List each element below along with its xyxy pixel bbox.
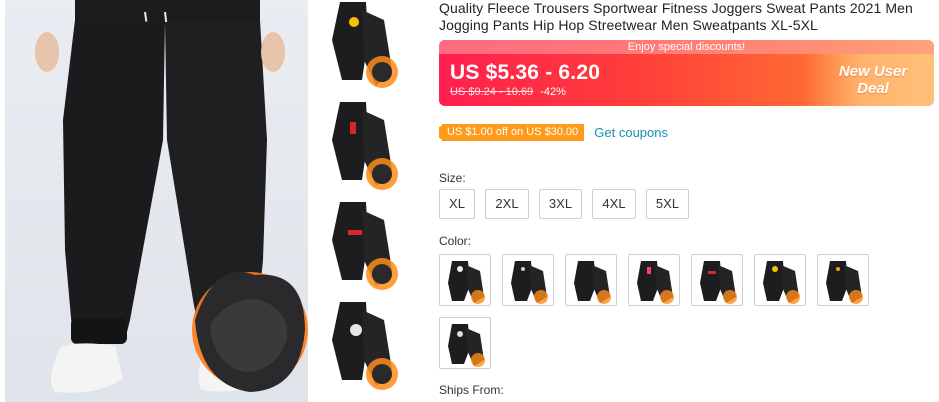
price-box: Enjoy special discounts! US $5.36 - 6.20… [439, 40, 934, 106]
thumbnail-4[interactable] [322, 300, 410, 396]
ships-from-label: Ships From: [439, 383, 504, 397]
pants-plain-icon [574, 261, 611, 304]
pants-logo-red-icon [637, 261, 674, 304]
pants-logo-white-icon [448, 261, 485, 304]
size-option-3xl[interactable]: 3XL [539, 189, 582, 219]
pants-logo-orange-icon [826, 261, 863, 304]
size-option-4xl[interactable]: 4XL [592, 189, 636, 219]
product-info-panel: Quality Fleece Trousers Sportwear Fitnes… [435, 0, 939, 402]
pants-yellow-logo-icon [332, 2, 398, 88]
color-label: Color: [439, 234, 472, 248]
size-label: Size: [439, 171, 466, 185]
get-coupons-link[interactable]: Get coupons [594, 125, 668, 140]
pants-model-illustration [35, 0, 308, 393]
promo-strip: Enjoy special discounts! [439, 40, 934, 54]
thumbnail-1[interactable] [322, 0, 410, 96]
size-options: XL 2XL 3XL 4XL 5XL [439, 189, 689, 219]
new-user-line1: New User [838, 63, 908, 80]
color-swatch-7[interactable] [817, 254, 869, 306]
original-price-row: US $9.24 - 10.69 -42% [450, 86, 566, 98]
discount-badge: -42% [540, 86, 566, 98]
current-price: US $5.36 - 6.20 [450, 61, 601, 84]
thumbnail-2[interactable] [322, 100, 410, 196]
coupon-row: US $1.00 off on US $30.00 Get coupons [435, 120, 668, 144]
color-swatch-5[interactable] [691, 254, 743, 306]
thumbnail-3[interactable] [322, 200, 410, 296]
original-price: US $9.24 - 10.69 [450, 86, 534, 98]
color-swatch-4[interactable] [628, 254, 680, 306]
product-title: Quality Fleece Trousers Sportwear Fitnes… [439, 0, 913, 33]
new-user-deal-badge: New User Deal [828, 63, 918, 97]
pants-logo-small-icon [511, 261, 548, 304]
pants-logo-patch-icon [700, 261, 737, 304]
pants-red-patch-icon [332, 202, 398, 290]
coupon-tag: US $1.00 off on US $30.00 [435, 120, 585, 144]
thumbnail-list [322, 0, 412, 402]
size-option-xl[interactable]: XL [439, 189, 475, 219]
color-swatch-8[interactable] [439, 317, 491, 369]
new-user-deal: New User Deal [804, 54, 934, 106]
size-option-2xl[interactable]: 2XL [485, 189, 529, 219]
main-product-image[interactable] [5, 0, 308, 402]
pants-logo-print-icon [448, 324, 485, 367]
color-swatch-3[interactable] [565, 254, 617, 306]
pants-white-print-icon [332, 302, 398, 390]
color-swatch-6[interactable] [754, 254, 806, 306]
size-option-5xl[interactable]: 5XL [646, 189, 689, 219]
pants-logo-yellow-icon [763, 261, 800, 304]
color-swatch-2[interactable] [502, 254, 554, 306]
pants-red-text-icon [332, 102, 398, 190]
new-user-line2: Deal [857, 80, 889, 97]
color-swatch-1[interactable] [439, 254, 491, 306]
